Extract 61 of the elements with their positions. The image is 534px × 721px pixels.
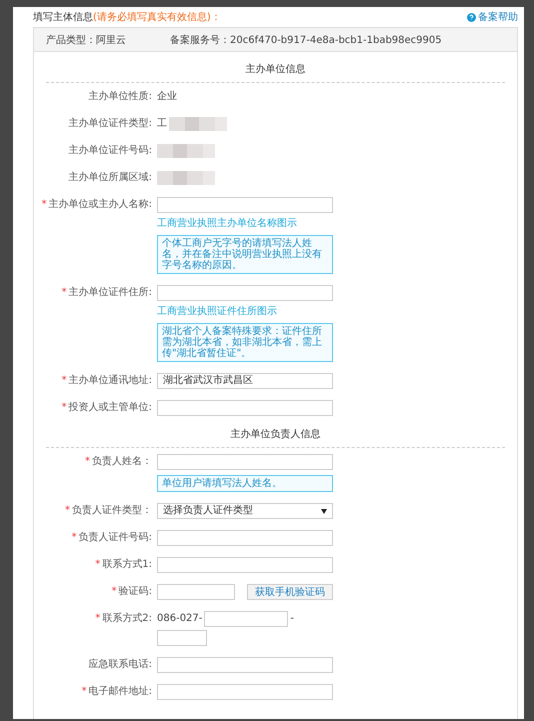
extension-field[interactable]: [157, 630, 207, 646]
field-label: 主办单位所属区域:: [68, 170, 152, 185]
input-field[interactable]: [157, 557, 333, 573]
required-asterisk: *: [65, 506, 70, 516]
help-icon: [467, 12, 476, 22]
input-field[interactable]: [157, 454, 333, 470]
required-asterisk: *: [62, 403, 67, 413]
input-field[interactable]: [157, 584, 235, 600]
field-label: 主办单位通讯地址:: [68, 374, 152, 388]
required-asterisk: *: [62, 376, 67, 386]
phone-prefix: 086-027-: [157, 612, 202, 626]
field-label: 电子邮件地址:: [88, 684, 152, 699]
required-asterisk: *: [85, 457, 90, 467]
form-title: 填写主体信息(请务必填写真实有效信息)：: [33, 10, 221, 24]
field-label: 负责人证件号码:: [78, 530, 152, 545]
field-label: 应急联系电话:: [88, 658, 152, 672]
field-label: 联系方式1:: [102, 558, 152, 572]
required-asterisk: *: [95, 560, 100, 570]
hint-note: 湖北省个人备案特殊要求：证件住所需为湖北本省，如非湖北本省，需上传"湖北省暂住证"。: [157, 323, 333, 362]
input-field[interactable]: [204, 611, 288, 627]
section-heading: 主办单位负责人信息: [230, 428, 322, 441]
required-asterisk: *: [82, 687, 87, 697]
info-text: 产品类型：阿里云: [46, 34, 126, 46]
input-field[interactable]: [157, 530, 333, 546]
redacted-value: [157, 171, 215, 185]
field-label: 联系方式2:: [102, 612, 152, 626]
field-label: 验证码:: [118, 585, 152, 599]
input-field[interactable]: [157, 657, 333, 673]
info-text: 备案服务号：20c6f470-b917-4e8a-bcb1-1bab98ec9905: [170, 34, 442, 46]
field-value: 企业: [157, 90, 177, 104]
redacted-value: [169, 117, 227, 131]
input-field[interactable]: [157, 684, 333, 700]
input-field[interactable]: [157, 285, 333, 301]
input-field[interactable]: 湖北省武汉市武昌区: [157, 373, 333, 389]
input-field[interactable]: [157, 400, 333, 416]
field-label: 主办单位或主办人名称:: [48, 198, 152, 212]
required-asterisk: *: [112, 587, 117, 597]
hint-note: 个体工商户无字号的请填写法人姓名，并在备注中说明营业执照上没有字号名称的原因。: [157, 235, 333, 274]
hint-note: 单位用户请填写法人姓名。: [157, 475, 333, 492]
get-code-button[interactable]: 获取手机验证码: [247, 584, 333, 600]
field-label: 主办单位证件住所:: [68, 286, 152, 300]
help-link[interactable]: 备案帮助: [467, 10, 518, 24]
required-asterisk: *: [42, 200, 47, 210]
redacted-value: [157, 144, 215, 158]
field-label: 主办单位性质:: [88, 90, 152, 104]
section-heading: 主办单位信息: [244, 62, 306, 76]
example-link[interactable]: 工商营业执照证件住所图示: [157, 304, 333, 318]
required-asterisk: *: [62, 288, 67, 298]
select-dropdown[interactable]: 选择负责人证件类型: [157, 503, 333, 519]
field-label: 负责人证件类型：: [72, 504, 152, 518]
field-label: 投资人或主管单位:: [68, 400, 152, 415]
required-asterisk: *: [95, 614, 100, 624]
field-label: 负责人姓名：: [92, 454, 152, 469]
field-label: 主办单位证件类型:: [68, 116, 152, 131]
phone-separator: -: [290, 612, 294, 626]
input-field[interactable]: [157, 197, 333, 213]
field-value: 工: [157, 117, 167, 131]
example-link[interactable]: 工商营业执照主办单位名称图示: [157, 216, 333, 230]
required-asterisk: *: [72, 533, 77, 543]
dropdown-caret-icon: [321, 508, 327, 514]
field-label: 主办单位证件号码:: [68, 144, 152, 158]
